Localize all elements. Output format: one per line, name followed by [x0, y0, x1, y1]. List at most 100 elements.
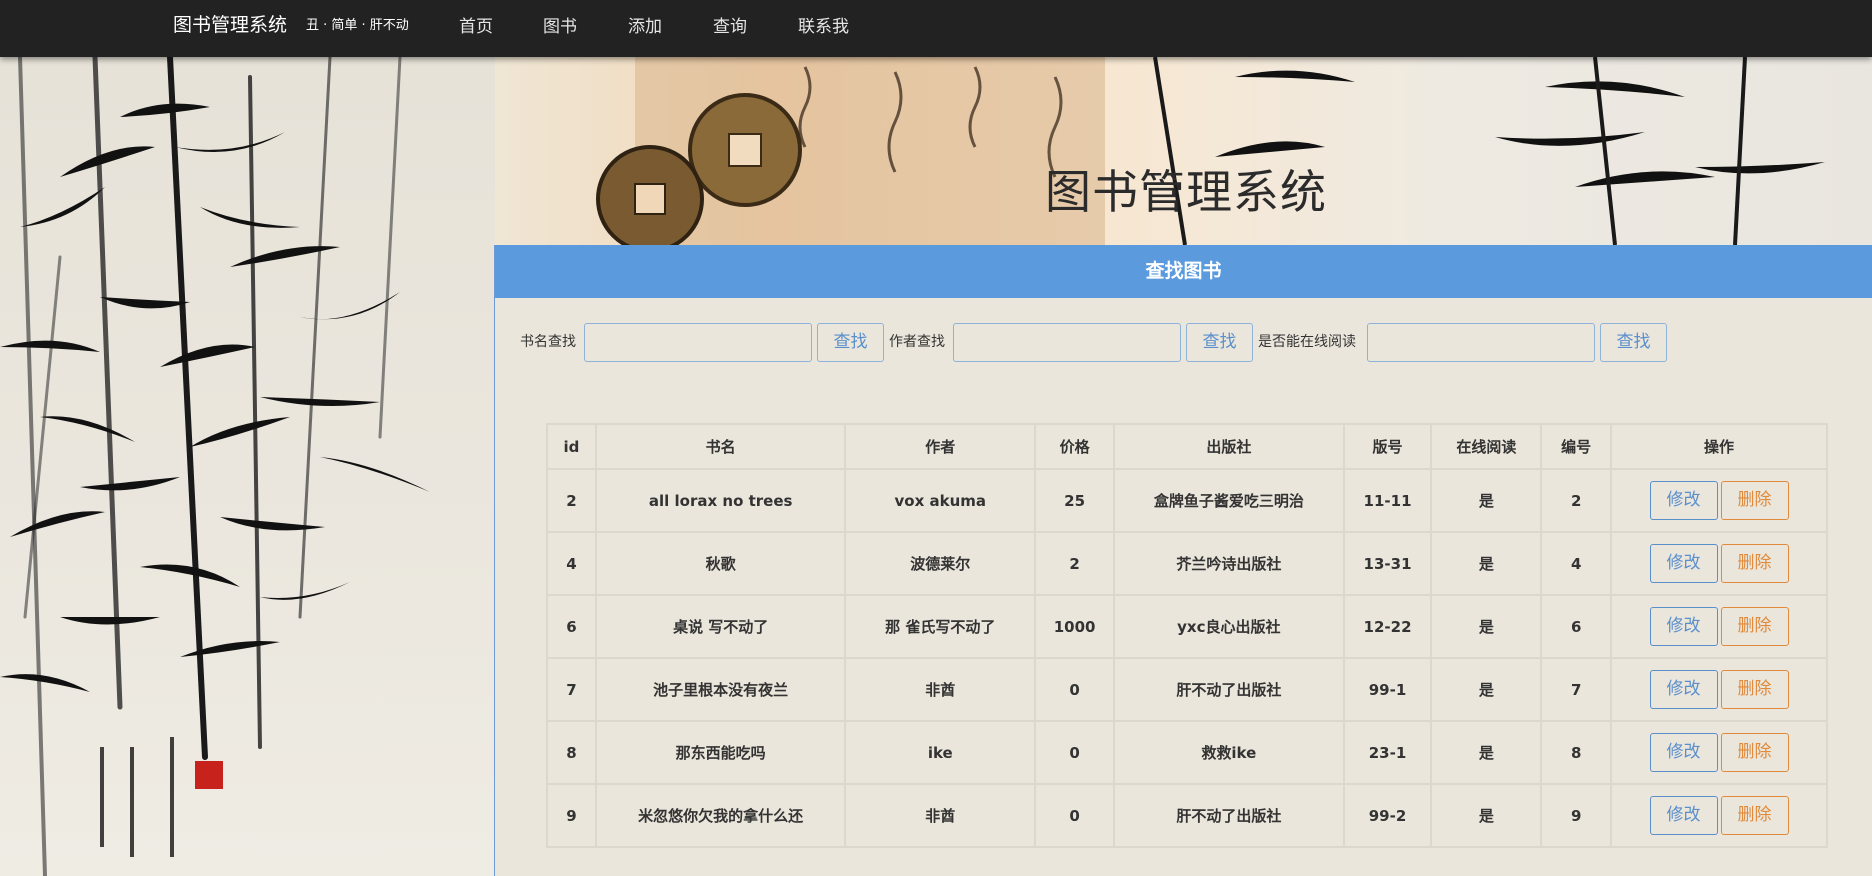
cell-online-read: 是: [1430, 531, 1543, 596]
cell-id: 4: [546, 531, 597, 596]
table-row: 6 桌说 写不动了 那 雀氏写不动了 1000 yxc良心出版社 12-22 是…: [546, 594, 1828, 659]
cell-number: 6: [1540, 594, 1613, 659]
top-navbar: 图书管理系统 丑 · 简单 · 肝不动 首页 图书 添加 查询 联系我: [0, 0, 1872, 57]
books-table: id 书名 作者 价格 出版社 版号 在线阅读 编号 操作 2 all lora…: [546, 423, 1828, 848]
cell-title: 秋歌: [594, 531, 847, 596]
delete-button[interactable]: 删除: [1720, 796, 1789, 835]
online-read-search-button[interactable]: 查找: [1600, 323, 1667, 362]
edit-button[interactable]: 修改: [1649, 544, 1718, 583]
cell-title: 桌说 写不动了: [594, 594, 847, 659]
cell-publisher: yxc良心出版社: [1113, 594, 1345, 659]
cell-online-read: 是: [1430, 783, 1543, 848]
cell-author: 那 雀氏写不动了: [844, 594, 1037, 659]
cell-actions: 修改 删除: [1610, 594, 1828, 659]
edit-button[interactable]: 修改: [1649, 481, 1718, 520]
cell-author: 非酋: [844, 783, 1037, 848]
delete-button[interactable]: 删除: [1720, 481, 1789, 520]
cell-id: 8: [546, 720, 597, 785]
title-search-button[interactable]: 查找: [817, 323, 884, 362]
nav-query-link[interactable]: 查询: [713, 12, 747, 37]
table-row: 9 米忽悠你欠我的拿什么还 非酋 0 肝不动了出版社 99-2 是 9 修改 删除: [546, 783, 1828, 848]
cell-author: vox akuma: [844, 468, 1037, 533]
column-header-online-read: 在线阅读: [1430, 423, 1543, 470]
cell-publisher: 盒牌鱼子酱爱吃三明治: [1113, 468, 1345, 533]
table-header-row: id 书名 作者 价格 出版社 版号 在线阅读 编号 操作: [546, 423, 1828, 470]
red-seal-icon: [195, 761, 223, 789]
brand-title[interactable]: 图书管理系统: [173, 10, 287, 37]
cell-title: 那东西能吃吗: [594, 720, 847, 785]
column-header-author: 作者: [844, 423, 1037, 470]
cell-edition: 99-2: [1342, 783, 1433, 848]
cell-publisher: 肝不动了出版社: [1113, 783, 1345, 848]
table-row: 2 all lorax no trees vox akuma 25 盒牌鱼子酱爱…: [546, 468, 1828, 533]
author-search-input[interactable]: [953, 323, 1181, 362]
search-panel: 查找图书 书名查找 查找 作者查找 查找 是否能在线阅读 查找 id 书名 作者…: [494, 245, 1872, 876]
title-search-input[interactable]: [584, 323, 812, 362]
cell-number: 9: [1540, 783, 1613, 848]
cell-actions: 修改 删除: [1610, 783, 1828, 848]
cell-publisher: 救救ike: [1113, 720, 1345, 785]
edit-button[interactable]: 修改: [1649, 733, 1718, 772]
cell-id: 6: [546, 594, 597, 659]
nav-home-link[interactable]: 首页: [459, 12, 493, 37]
delete-button[interactable]: 删除: [1720, 733, 1789, 772]
cell-author: ike: [844, 720, 1037, 785]
cell-edition: 12-22: [1342, 594, 1433, 659]
cell-title: 池子里根本没有夜兰: [594, 657, 847, 722]
cell-actions: 修改 删除: [1610, 468, 1828, 533]
cell-number: 2: [1540, 468, 1613, 533]
cell-actions: 修改 删除: [1610, 531, 1828, 596]
column-header-actions: 操作: [1610, 423, 1828, 470]
cell-publisher: 芥兰吟诗出版社: [1113, 531, 1345, 596]
cell-online-read: 是: [1430, 594, 1543, 659]
table-row: 8 那东西能吃吗 ike 0 救救ike 23-1 是 8 修改 删除: [546, 720, 1828, 785]
cell-online-read: 是: [1430, 720, 1543, 785]
cell-id: 2: [546, 468, 597, 533]
column-header-publisher: 出版社: [1113, 423, 1345, 470]
cell-online-read: 是: [1430, 468, 1543, 533]
cell-title: 米忽悠你欠我的拿什么还: [594, 783, 847, 848]
title-search-label: 书名查找: [520, 334, 576, 350]
bamboo-painting: [0, 57, 495, 876]
cell-author: 波德莱尔: [844, 531, 1037, 596]
author-search-label: 作者查找: [889, 334, 945, 350]
cell-price: 0: [1034, 783, 1116, 848]
online-read-search-label: 是否能在线阅读: [1258, 334, 1356, 350]
nav-contact-link[interactable]: 联系我: [798, 12, 849, 37]
edit-button[interactable]: 修改: [1649, 607, 1718, 646]
cell-author: 非酋: [844, 657, 1037, 722]
cell-number: 4: [1540, 531, 1613, 596]
table-row: 4 秋歌 波德莱尔 2 芥兰吟诗出版社 13-31 是 4 修改 删除: [546, 531, 1828, 596]
edit-button[interactable]: 修改: [1649, 670, 1718, 709]
cell-edition: 23-1: [1342, 720, 1433, 785]
cell-actions: 修改 删除: [1610, 657, 1828, 722]
cell-online-read: 是: [1430, 657, 1543, 722]
cell-number: 8: [1540, 720, 1613, 785]
cell-id: 7: [546, 657, 597, 722]
nav-books-link[interactable]: 图书: [543, 12, 577, 37]
column-header-number: 编号: [1540, 423, 1613, 470]
column-header-price: 价格: [1034, 423, 1116, 470]
author-search-button[interactable]: 查找: [1186, 323, 1253, 362]
cell-price: 2: [1034, 531, 1116, 596]
delete-button[interactable]: 删除: [1720, 670, 1789, 709]
delete-button[interactable]: 删除: [1720, 544, 1789, 583]
brand-motto: 丑 · 简单 · 肝不动: [306, 18, 409, 33]
cell-price: 0: [1034, 720, 1116, 785]
cell-number: 7: [1540, 657, 1613, 722]
cell-edition: 99-1: [1342, 657, 1433, 722]
bamboo-illustration: [0, 57, 430, 876]
online-read-search-input[interactable]: [1367, 323, 1595, 362]
cell-price: 0: [1034, 657, 1116, 722]
edit-button[interactable]: 修改: [1649, 796, 1718, 835]
cell-publisher: 肝不动了出版社: [1113, 657, 1345, 722]
banner-title: 图书管理系统: [1045, 165, 1327, 219]
nav-add-link[interactable]: 添加: [628, 12, 662, 37]
cell-title: all lorax no trees: [594, 468, 847, 533]
panel-heading: 查找图书: [495, 245, 1872, 298]
delete-button[interactable]: 删除: [1720, 607, 1789, 646]
cell-price: 25: [1034, 468, 1116, 533]
cell-price: 1000: [1034, 594, 1116, 659]
cell-edition: 13-31: [1342, 531, 1433, 596]
cell-actions: 修改 删除: [1610, 720, 1828, 785]
